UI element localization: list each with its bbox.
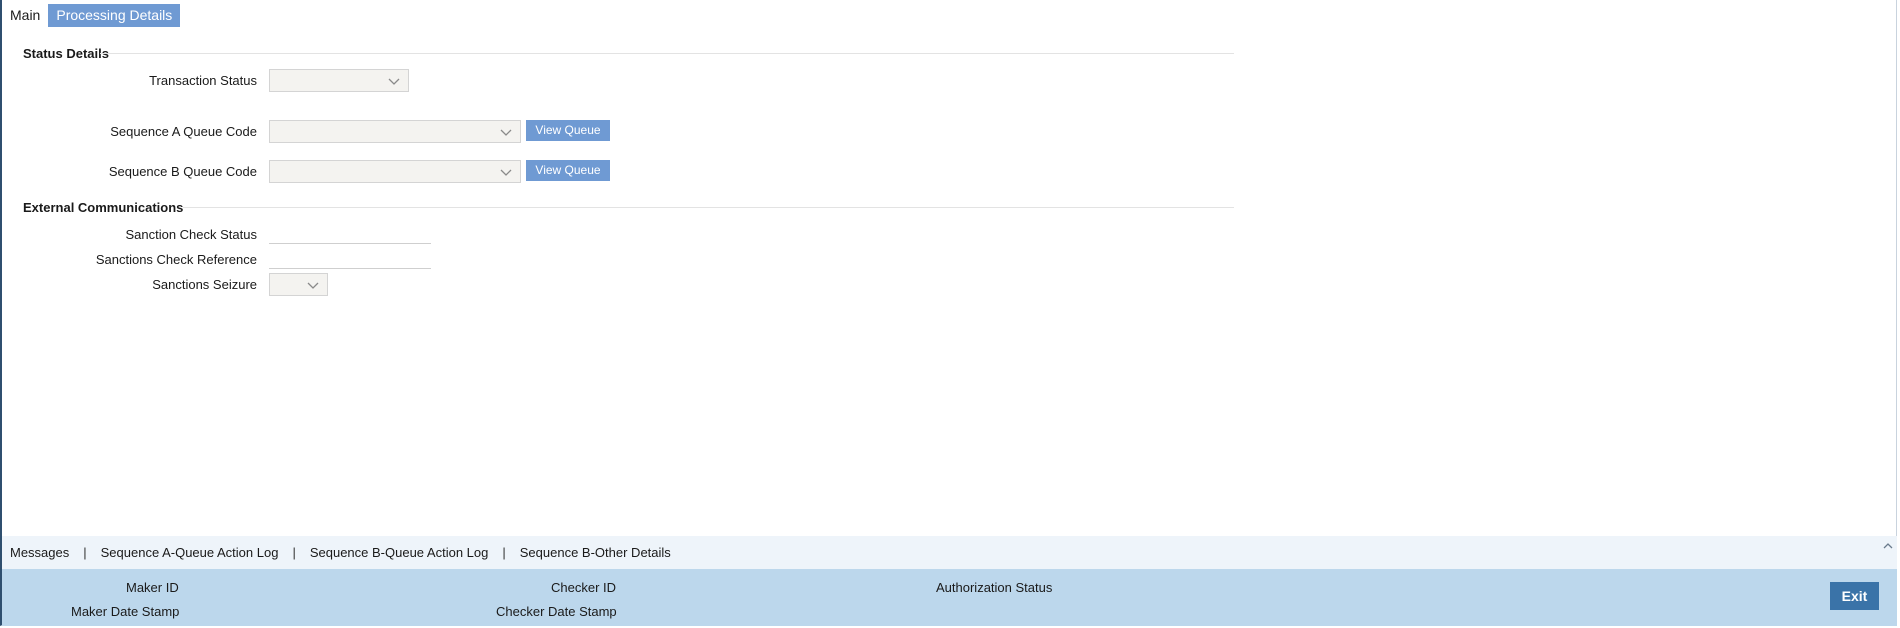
link-separator: | bbox=[502, 545, 506, 560]
tab-bar: Main Processing Details bbox=[4, 4, 181, 27]
link-separator: | bbox=[292, 545, 296, 560]
section-title-status-details: Status Details bbox=[23, 46, 109, 61]
link-separator: | bbox=[83, 545, 87, 560]
exit-button[interactable]: Exit bbox=[1830, 582, 1879, 610]
maker-date-stamp-label: Maker Date Stamp bbox=[71, 604, 180, 619]
section-divider bbox=[183, 207, 1234, 208]
transaction-status-select[interactable] bbox=[269, 69, 409, 92]
view-queue-a-button[interactable]: View Queue bbox=[526, 120, 610, 141]
section-title-external-communications: External Communications bbox=[23, 200, 184, 215]
view-queue-b-button[interactable]: View Queue bbox=[526, 160, 610, 181]
sanctions-seizure-label: Sanctions Seizure bbox=[152, 277, 257, 292]
sanction-check-status-input[interactable] bbox=[269, 224, 431, 244]
window-frame bbox=[0, 0, 1897, 626]
sanction-check-status-label: Sanction Check Status bbox=[125, 227, 257, 242]
transaction-status-label: Transaction Status bbox=[149, 73, 257, 88]
sequence-b-queue-code-label: Sequence B Queue Code bbox=[108, 164, 257, 179]
link-messages[interactable]: Messages bbox=[10, 545, 69, 560]
section-divider bbox=[100, 53, 1234, 54]
sequence-b-queue-code-select[interactable] bbox=[269, 160, 521, 183]
sanctions-check-reference-label: Sanctions Check Reference bbox=[95, 252, 257, 267]
sanctions-check-reference-input[interactable] bbox=[269, 249, 431, 269]
sequence-a-queue-code-label: Sequence A Queue Code bbox=[110, 124, 257, 139]
sequence-a-queue-code-select[interactable] bbox=[269, 120, 521, 143]
chevron-down-icon bbox=[307, 282, 319, 289]
link-sequence-a-queue-action-log[interactable]: Sequence A-Queue Action Log bbox=[101, 545, 279, 560]
sub-screen-link-bar: Messages | Sequence A-Queue Action Log |… bbox=[2, 536, 1897, 569]
maker-id-label: Maker ID bbox=[126, 580, 179, 595]
chevron-down-icon bbox=[500, 169, 512, 176]
tab-processing-details[interactable]: Processing Details bbox=[48, 4, 181, 27]
tab-main[interactable]: Main bbox=[4, 4, 46, 27]
sanctions-seizure-select[interactable] bbox=[269, 273, 328, 296]
audit-footer bbox=[2, 569, 1897, 626]
link-sequence-b-queue-action-log[interactable]: Sequence B-Queue Action Log bbox=[310, 545, 489, 560]
checker-id-label: Checker ID bbox=[551, 580, 617, 595]
chevron-up-icon[interactable] bbox=[1883, 541, 1893, 551]
chevron-down-icon bbox=[500, 129, 512, 136]
link-sequence-b-other-details[interactable]: Sequence B-Other Details bbox=[520, 545, 671, 560]
chevron-down-icon bbox=[388, 78, 400, 85]
checker-date-stamp-label: Checker Date Stamp bbox=[496, 604, 617, 619]
authorization-status-label: Authorization Status bbox=[936, 580, 1053, 595]
